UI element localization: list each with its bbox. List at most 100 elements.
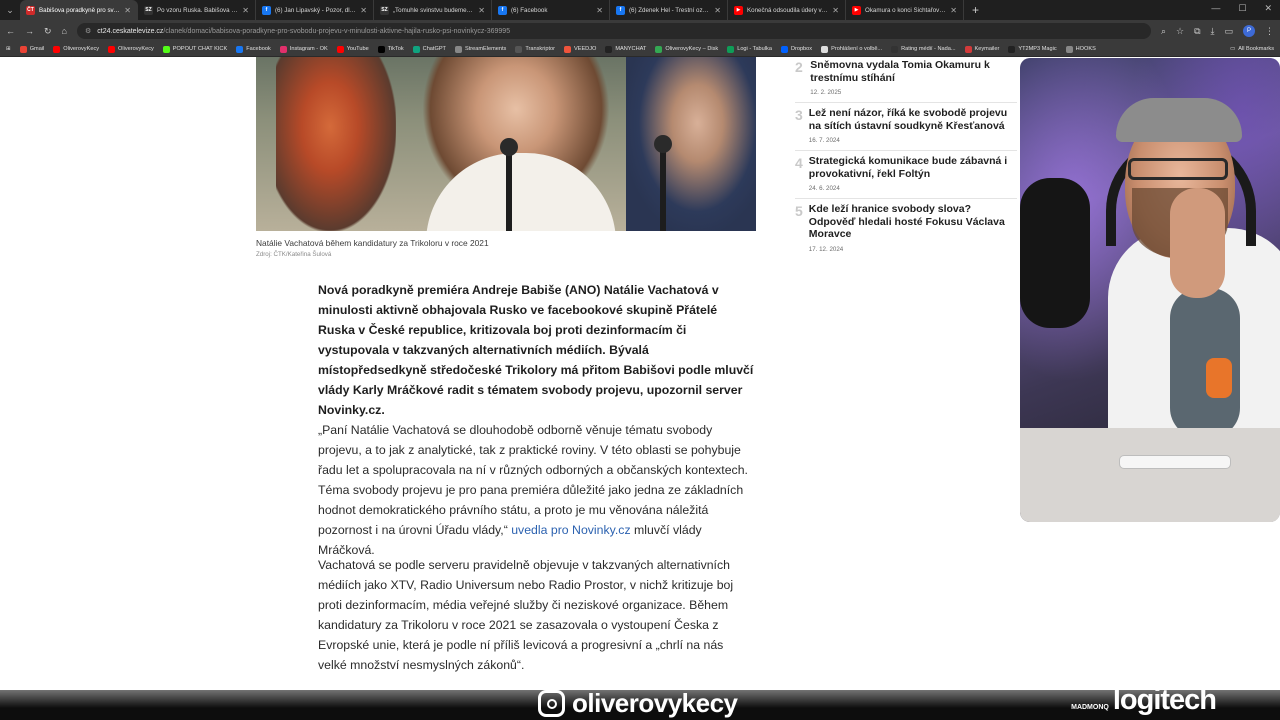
most-read-title[interactable]: Sněmovna vydala Tomia Okamuru k trestním… — [810, 59, 1017, 84]
bookmark-item[interactable]: OliverovyKecy — [53, 45, 99, 53]
bookmark-item[interactable]: Gmail — [19, 45, 45, 53]
novinky-link[interactable]: uvedla pro Novinky.cz — [511, 523, 630, 537]
most-read-date: 24. 6. 2024 — [808, 185, 840, 192]
photo-caption: Natálie Vachatová během kandidatury za T… — [256, 238, 489, 248]
article-photo — [256, 57, 756, 231]
home-icon[interactable]: ⌂ — [62, 26, 67, 36]
download-icon[interactable]: ⤓ — [1211, 26, 1215, 37]
bookmark-item[interactable]: TikTok — [377, 45, 404, 53]
browser-tab[interactable]: SZ Po vzoru Ruska. Babišova pora ✕ — [138, 0, 256, 20]
bookmark-item[interactable]: YouTube — [336, 45, 369, 53]
bookmark-label: Dropbox — [790, 46, 813, 52]
most-read-title[interactable]: Kde leží hranice svobody slova? Odpověď … — [809, 203, 1017, 241]
bookmark-label: Transkriptor — [525, 46, 555, 52]
bookmark-item[interactable]: HOOKS — [1065, 45, 1096, 53]
browser-tab[interactable]: ČT Babišova poradkyně pro svobo ✕ — [20, 0, 138, 20]
sponsor-brand: logitech — [1112, 684, 1217, 716]
bookmark-label: Gmail — [29, 46, 45, 52]
bookmark-favicon-icon — [162, 45, 170, 53]
bookmark-item[interactable]: OliverovyKecy — [108, 45, 154, 53]
browser-tab[interactable]: ▶ Konečná odsoudila údery v Írá ✕ — [728, 0, 846, 20]
bookmark-item[interactable]: YT2MP3 Magic — [1008, 45, 1057, 53]
article-quote: „Paní Natálie Vachatová se dlouhodobě od… — [318, 420, 754, 560]
browser-tab[interactable]: SZ „Tomuhle svinstvu budeme brá ✕ — [374, 0, 492, 20]
close-tab-icon[interactable]: ✕ — [596, 6, 603, 15]
bookmark-favicon-icon — [563, 45, 571, 53]
tab-title: „Tomuhle svinstvu budeme brá — [393, 6, 475, 14]
bookmark-favicon-icon — [515, 45, 523, 53]
reload-icon[interactable]: ↻ — [44, 26, 52, 37]
folder-icon: ▭ — [1229, 46, 1236, 52]
most-read-item[interactable]: 3 Lež není názor, říká ke svobodě projevu… — [795, 102, 1017, 150]
bookmark-favicon-icon — [336, 45, 344, 53]
bookmark-item[interactable]: VEEDJO — [563, 45, 596, 53]
bookmark-item[interactable]: Dropbox — [780, 45, 813, 53]
tab-search-icon[interactable]: ⌄ — [0, 0, 20, 20]
bookmark-label: TikTok — [387, 46, 404, 52]
bookmark-item[interactable]: Keymailer — [964, 45, 999, 53]
bookmark-item[interactable]: ChatGPT — [412, 45, 446, 53]
close-tab-icon[interactable]: ✕ — [950, 6, 957, 15]
url-bar[interactable]: ⚙ ct24.ceskatelevize.cz/clanek/domaci/ba… — [76, 23, 1151, 39]
bookmark-star-icon[interactable]: ☆ — [1176, 26, 1184, 37]
tab-title: Po vzoru Ruska. Babišova pora — [157, 6, 239, 14]
bookmark-favicon-icon — [605, 45, 613, 53]
close-window-icon[interactable]: ✕ — [1264, 3, 1272, 14]
zoom-icon[interactable]: ⌕ — [1161, 26, 1166, 37]
tab-favicon-icon: ▶ — [734, 5, 743, 15]
bookmark-item[interactable]: MANYCHAT — [605, 45, 646, 53]
most-read-item[interactable]: 5 Kde leží hranice svobody slova? Odpověď… — [795, 198, 1017, 259]
site-info-icon[interactable]: ⚙ — [85, 27, 91, 35]
bookmark-item[interactable]: StreamElements — [454, 45, 507, 53]
back-icon[interactable]: ← — [6, 26, 15, 36]
close-tab-icon[interactable]: ✕ — [478, 6, 485, 15]
photo-credit: Zdroj: ČTK/Kateřina Šulová — [256, 251, 332, 258]
browser-tab[interactable]: f (6) Zdenek Hel - Trestní oznám ✕ — [610, 0, 728, 20]
bookmark-item[interactable]: OliverovyKecy – Disk — [655, 45, 718, 53]
bookmark-label: HOOKS — [1075, 46, 1096, 52]
instagram-icon — [538, 690, 565, 717]
browser-tab[interactable]: f (6) Facebook ✕ — [492, 0, 610, 20]
quote-text: „Paní Natálie Vachatová se dlouhodobě od… — [318, 423, 748, 537]
bookmark-item[interactable]: Prohlášení o volbě... — [821, 45, 882, 53]
rank-number: 3 — [795, 107, 803, 123]
bookmark-item[interactable]: Rating médií - Nada... — [891, 45, 956, 53]
new-tab-button[interactable]: + — [964, 3, 979, 17]
most-read-title[interactable]: Lež není názor, říká ke svobodě projevu … — [809, 107, 1017, 132]
most-read-title[interactable]: Strategická komunikace bude zábavná i pr… — [809, 155, 1017, 180]
menu-icon[interactable]: ⋮ — [1265, 26, 1274, 37]
most-read-list: 2 Sněmovna vydala Tomia Okamuru k trestní… — [795, 59, 1017, 259]
tab-title: Konečná odsoudila údery v Írá — [747, 6, 829, 14]
close-tab-icon[interactable]: ✕ — [242, 6, 249, 15]
bookmark-item[interactable]: Instagram - OK — [279, 45, 328, 53]
close-tab-icon[interactable]: ✕ — [714, 6, 721, 15]
close-tab-icon[interactable]: ✕ — [360, 6, 367, 15]
browser-tab[interactable]: f (6) Jan Lipavský - Pozor, dlouh ✕ — [256, 0, 374, 20]
url-domain: ct24.ceskatelevize.cz — [97, 27, 164, 35]
close-tab-icon[interactable]: ✕ — [124, 6, 131, 15]
bookmark-favicon-icon — [1008, 45, 1016, 53]
bookmark-label: Instagram - OK — [289, 46, 328, 52]
bookmark-label: StreamElements — [464, 46, 507, 52]
all-bookmarks-button[interactable]: ▭ All Bookmarks — [1230, 46, 1274, 52]
bookmark-label: POPOUT CHAT KICK — [172, 46, 228, 52]
bookmark-item[interactable]: Facebook — [236, 45, 271, 53]
profile-avatar[interactable]: P — [1243, 25, 1255, 37]
sidepanel-icon[interactable]: ▭ — [1224, 26, 1233, 37]
bookmark-item[interactable]: Logi - Tabulka — [727, 45, 772, 53]
window-controls: — ☐ ✕ — [1211, 3, 1272, 14]
instagram-handle: oliverovykecy — [572, 688, 738, 718]
maximize-icon[interactable]: ☐ — [1238, 3, 1246, 14]
most-read-item[interactable]: 4 Strategická komunikace bude zábavná i p… — [795, 150, 1017, 198]
minimize-icon[interactable]: — — [1211, 3, 1220, 14]
apps-icon[interactable]: ⊞ — [6, 46, 11, 52]
bookmark-label: YT2MP3 Magic — [1018, 46, 1057, 52]
bookmark-item[interactable]: Transkriptor — [515, 45, 555, 53]
bookmark-favicon-icon — [454, 45, 462, 53]
forward-icon[interactable]: → — [25, 26, 34, 36]
extensions-icon[interactable]: ⧉ — [1194, 26, 1200, 37]
browser-tab[interactable]: ▶ Okamura o konci Šichtařové: O ✕ — [846, 0, 964, 20]
close-tab-icon[interactable]: ✕ — [832, 6, 839, 15]
most-read-item[interactable]: 2 Sněmovna vydala Tomia Okamuru k trestní… — [795, 59, 1017, 102]
bookmark-item[interactable]: POPOUT CHAT KICK — [162, 45, 228, 53]
